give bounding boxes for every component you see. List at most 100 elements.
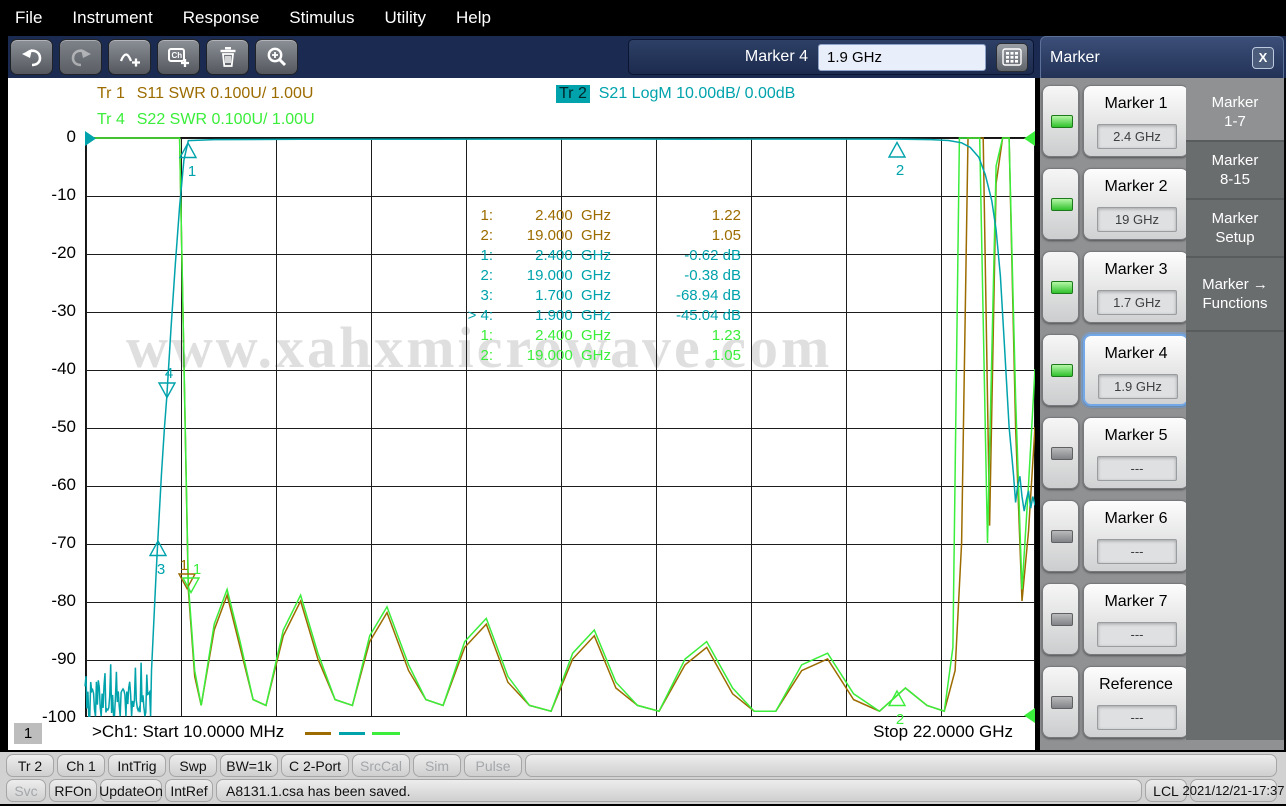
close-icon[interactable]: X: [1252, 46, 1274, 69]
led-off-indicator: [1051, 613, 1073, 626]
readout-row: 2: 19.000 GHz -0.38 dB: [480, 267, 741, 284]
marker-7-button[interactable]: Marker 7 ---: [1083, 583, 1189, 655]
marker-7-toggle[interactable]: [1042, 583, 1079, 655]
svg-text:2: 2: [896, 162, 904, 179]
status-trigger-button[interactable]: IntTrig: [108, 754, 166, 777]
marker-1-row: Marker 1 2.4 GHz: [1042, 85, 1190, 157]
tab-marker-8-15[interactable]: Marker 8-15: [1186, 142, 1284, 200]
status-pulse-button: Pulse: [464, 754, 522, 777]
svg-text:1: 1: [193, 561, 201, 578]
zoom-button[interactable]: [255, 39, 298, 75]
menu-file[interactable]: File: [0, 8, 57, 28]
marker-1-toggle[interactable]: [1042, 85, 1079, 157]
redo-button[interactable]: [59, 39, 102, 75]
led-on-indicator: [1051, 198, 1073, 211]
y-axis-tick: -20: [51, 243, 76, 262]
led-on-indicator: [1051, 281, 1073, 294]
trace-label-tr1[interactable]: Tr 1 S11 SWR 0.100U/ 1.00U: [94, 85, 313, 103]
measurement-screen: Tr 1 S11 SWR 0.100U/ 1.00U Tr 2 S21 LogM…: [8, 78, 1035, 750]
status-srccal-button: SrcCal: [352, 754, 410, 777]
marker-3-button[interactable]: Marker 3 1.7 GHz: [1083, 251, 1189, 323]
marker-5-button[interactable]: Marker 5 ---: [1083, 417, 1189, 489]
y-axis-tick: 0: [66, 127, 76, 146]
trace-desc-tr2: S21 LogM 10.00dB/ 0.00dB: [598, 85, 796, 102]
status-message: A8131.1.csa has been saved.: [216, 779, 1142, 802]
delete-button[interactable]: [206, 39, 249, 75]
legend-dash-tr2: [339, 732, 365, 735]
marker-5-value: ---: [1097, 456, 1177, 481]
tab-marker-setup[interactable]: Marker Setup: [1186, 200, 1284, 258]
y-axis-tick: -30: [51, 301, 76, 320]
led-off-indicator: [1051, 447, 1073, 460]
marker-7-row: Marker 7 ---: [1042, 583, 1190, 655]
y-axis-tick: -60: [51, 475, 76, 494]
menu-utility[interactable]: Utility: [369, 8, 441, 28]
marker-3-row: Marker 3 1.7 GHz: [1042, 251, 1190, 323]
marker-5-toggle[interactable]: [1042, 417, 1079, 489]
marker-2-button[interactable]: Marker 2 19 GHz: [1083, 168, 1189, 240]
ref-level-indicator-swr-bottom: [1024, 708, 1035, 723]
toolbar-buttons: Ch: [10, 39, 298, 75]
menu-help[interactable]: Help: [441, 8, 506, 28]
menu-bar: File Instrument Response Stimulus Utilit…: [0, 0, 1286, 36]
svg-text:1: 1: [188, 163, 196, 180]
marker-1-value: 2.4 GHz: [1097, 124, 1177, 149]
keypad-icon: [1002, 48, 1022, 66]
y-axis-tick: -80: [51, 591, 76, 610]
svg-text:Ch: Ch: [171, 51, 182, 60]
undo-button[interactable]: [10, 39, 53, 75]
ref-level-indicator-tr4-top: [1024, 131, 1035, 146]
status-rf-button[interactable]: RFOn: [49, 779, 97, 802]
plot-marker-2-s21: 2: [887, 141, 907, 179]
vna-application-window: File Instrument Response Stimulus Utilit…: [0, 0, 1286, 806]
lcl-button[interactable]: LCL: [1145, 779, 1187, 802]
led-off-indicator: [1051, 696, 1073, 709]
status-trace-button[interactable]: Tr 2: [6, 754, 54, 777]
readout-row-active: > 4: 1.900 GHz -45.04 dB: [467, 307, 741, 324]
status-cal-button[interactable]: C 2-Port: [281, 754, 349, 777]
add-trace-button[interactable]: [108, 39, 151, 75]
trace-label-tr2[interactable]: Tr 2 S21 LogM 10.00dB/ 0.00dB: [556, 85, 795, 103]
marker-2-toggle[interactable]: [1042, 168, 1079, 240]
svg-text:1: 1: [180, 557, 188, 574]
trace-label-tr4[interactable]: Tr 4 S22 SWR 0.100U/ 1.00U: [94, 111, 315, 129]
keypad-button[interactable]: [996, 42, 1028, 72]
menu-instrument[interactable]: Instrument: [57, 8, 167, 28]
marker-4-value: 1.9 GHz: [1098, 374, 1178, 399]
reference-toggle[interactable]: [1042, 666, 1079, 738]
status-sim-button: Sim: [413, 754, 461, 777]
ref-level-indicator-tr2: [85, 131, 96, 146]
marker-6-toggle[interactable]: [1042, 500, 1079, 572]
status-row-2: Svc RFOn UpdateOn IntRef A8131.1.csa has…: [6, 779, 1284, 802]
status-ref-button[interactable]: IntRef: [165, 779, 213, 802]
marker-4-toggle[interactable]: [1042, 334, 1079, 406]
marker-frequency-input[interactable]: [818, 43, 986, 71]
marker-4-button[interactable]: Marker 4 1.9 GHz: [1083, 334, 1189, 406]
marker-1-button[interactable]: Marker 1 2.4 GHz: [1083, 85, 1189, 157]
add-trace-icon: [119, 53, 140, 67]
status-bandwidth-button[interactable]: BW=1k: [220, 754, 278, 777]
marker-6-button[interactable]: Marker 6 ---: [1083, 500, 1189, 572]
redo-icon: [71, 49, 91, 67]
tab-marker-functions[interactable]: Marker → Functions: [1186, 258, 1284, 332]
menu-stimulus[interactable]: Stimulus: [274, 8, 369, 28]
y-axis-tick: -90: [51, 649, 76, 668]
marker-6-row: Marker 6 ---: [1042, 500, 1190, 572]
add-channel-button[interactable]: Ch: [157, 39, 200, 75]
marker-panel: Marker 1 2.4 GHz Marker 2 19 GHz Marker 31…: [1040, 78, 1284, 750]
tab-marker-1-7[interactable]: Marker 1-7: [1186, 84, 1284, 142]
status-sweep-button[interactable]: Swp: [169, 754, 217, 777]
menu-response[interactable]: Response: [168, 8, 275, 28]
status-channel-button[interactable]: Ch 1: [57, 754, 105, 777]
marker-readout: 1: 2.400 GHz 1.22 2: 19.000 GHz 1.05 1: 2.400…: [453, 206, 741, 366]
channel-number-badge[interactable]: 1: [14, 723, 42, 744]
add-channel-icon: Ch: [167, 48, 189, 67]
status-update-button[interactable]: UpdateOn: [99, 779, 163, 802]
legend-dash-tr1: [305, 732, 331, 735]
led-on-indicator: [1051, 364, 1073, 377]
trace-chip-tr1: Tr 1: [97, 85, 125, 102]
marker-4-row: Marker 4 1.9 GHz: [1042, 334, 1190, 406]
marker-3-toggle[interactable]: [1042, 251, 1079, 323]
trace-chip-tr2-active: Tr 2: [556, 85, 590, 103]
reference-button[interactable]: Reference ---: [1083, 666, 1189, 738]
